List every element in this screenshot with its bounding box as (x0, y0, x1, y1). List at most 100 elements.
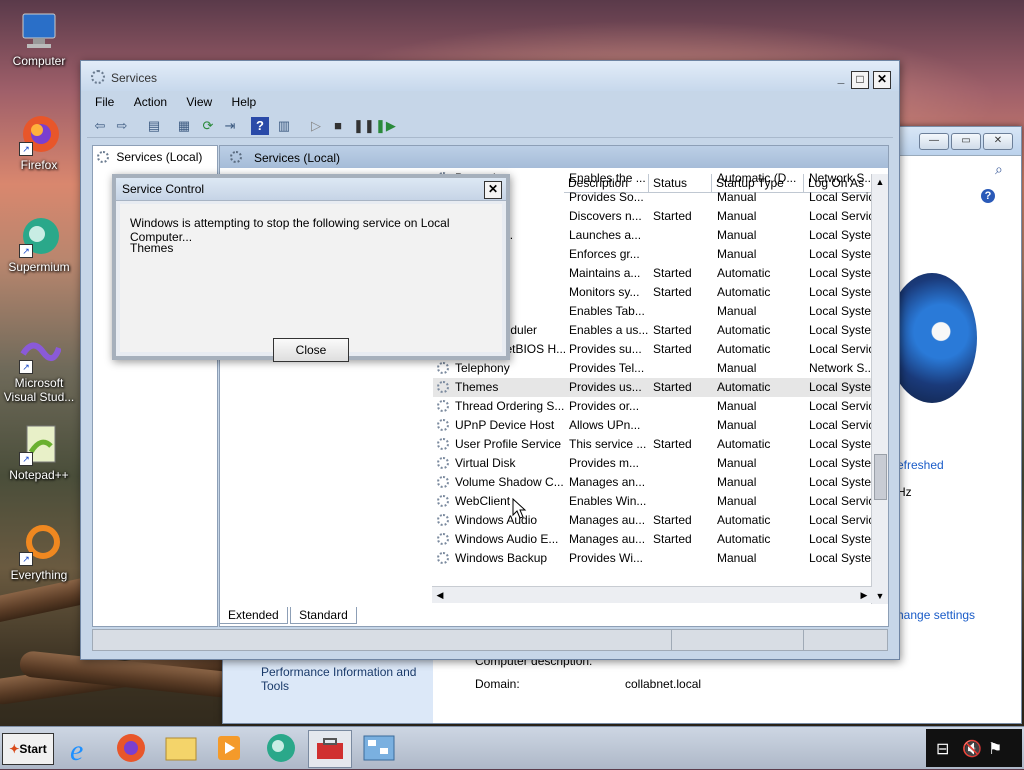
maximize-button[interactable]: □ (851, 71, 869, 89)
cell-logon: Local Syste. (809, 323, 871, 337)
horizontal-scrollbar[interactable]: ◀ ▶ (432, 586, 872, 603)
start-button[interactable]: ✦Start (2, 733, 54, 765)
desktop-icon-everything[interactable]: ↗ Everything (0, 522, 78, 582)
services-titlebar[interactable]: Services (81, 61, 899, 91)
cell-startup: Automatic (717, 285, 771, 299)
search-icon[interactable]: ⌕ (995, 161, 1003, 178)
service-control-dialog[interactable]: Service Control ✕ Windows is attempting … (112, 174, 510, 362)
tree-item-services-local[interactable]: Services (Local) (97, 150, 202, 164)
scroll-thumb[interactable] (874, 454, 887, 500)
taskbar-services-active[interactable] (308, 730, 352, 768)
service-gear-icon (437, 457, 449, 469)
cell-startup: Automatic (717, 342, 771, 356)
export-list-icon[interactable]: ⇥ (221, 117, 239, 135)
menu-file[interactable]: File (87, 93, 122, 111)
cell-name: Thread Ordering S... (455, 399, 565, 413)
restart-service-icon[interactable]: ❚▶ (375, 117, 396, 135)
cell-name: Windows Audio (455, 513, 538, 527)
windows-flag-icon: ✦ (9, 742, 20, 756)
tab-extended[interactable]: Extended (219, 607, 288, 624)
volume-muted-icon[interactable]: 🔇 (962, 739, 982, 759)
maximize-button[interactable]: ▭ (951, 133, 981, 150)
desktop-icon-computer[interactable]: Computer (0, 8, 78, 68)
table-row[interactable]: Windows Audio E... Manages au... Started Au… (433, 530, 873, 549)
cell-description: Provides Tel... (569, 361, 645, 375)
scroll-left-icon[interactable]: ◀ (432, 587, 448, 603)
stop-service-icon[interactable]: ■ (329, 117, 347, 135)
cell-description: Enforces gr... (569, 247, 640, 261)
scroll-up-icon[interactable]: ▲ (872, 174, 888, 190)
table-row[interactable]: Themes Provides us... Started Automatic Loca… (433, 378, 873, 397)
close-button[interactable]: ✕ (983, 133, 1013, 150)
menu-action[interactable]: Action (126, 93, 175, 111)
pause-service-icon[interactable]: ❚❚ (353, 117, 375, 135)
forward-arrow-icon[interactable]: ⇨ (113, 117, 131, 135)
taskbar-media-player[interactable] (208, 730, 250, 766)
help-icon[interactable]: ? (981, 189, 995, 203)
cell-logon: Local Syste. (809, 266, 871, 280)
close-button[interactable]: ✕ (873, 71, 891, 89)
cell-name: UPnP Device Host (455, 418, 555, 432)
taskbar-explorer[interactable] (160, 730, 202, 766)
cell-startup: Manual (717, 304, 757, 318)
taskbar-internet-explorer[interactable]: e (62, 730, 104, 767)
table-row[interactable]: Windows Backup Provides Wi... Manual Local … (433, 549, 873, 568)
minimize-button[interactable]: — (919, 133, 949, 150)
cell-startup: Manual (717, 361, 757, 375)
cell-description: Enables a us... (569, 323, 649, 337)
menu-help[interactable]: Help (224, 93, 265, 111)
properties-icon[interactable]: ▦ (175, 117, 193, 135)
table-row[interactable]: Thread Ordering S... Provides or... Manual… (433, 397, 873, 416)
refreshed-link[interactable]: efreshed (897, 458, 944, 472)
table-row[interactable]: WebClient Enables Win... Manual Local Servi… (433, 492, 873, 511)
tab-standard[interactable]: Standard (290, 607, 357, 624)
services-window[interactable]: Services _ □ ✕ File Action View Help ⇦ ⇨… (80, 60, 900, 660)
cell-status: Started (653, 285, 692, 299)
desktop-icon-supermium[interactable]: ↗ Supermium (0, 214, 78, 274)
svg-text:e: e (70, 734, 83, 766)
cell-name: Themes (455, 380, 499, 394)
performance-info-link[interactable]: Performance Information and Tools (261, 665, 431, 693)
cell-startup: Manual (717, 399, 757, 413)
table-row[interactable]: Windows Audio Manages au... Started Automat… (433, 511, 873, 530)
scroll-down-icon[interactable]: ▼ (872, 588, 888, 604)
system-tray: ⊟ 🔇 ⚑ (926, 729, 1022, 767)
menu-view[interactable]: View (178, 93, 220, 111)
console-tree-icon[interactable]: ▥ (275, 117, 293, 135)
taskbar-firefox[interactable] (110, 730, 152, 766)
table-row[interactable]: Telephony Provides Tel... Manual Network S.… (433, 359, 873, 378)
desktop-icon-visual-studio[interactable]: ↗ Microsoft Visual Stud... (0, 330, 78, 404)
vertical-scrollbar[interactable]: ▲ ▼ (871, 174, 888, 604)
firefox-icon (117, 734, 145, 762)
back-arrow-icon[interactable]: ⇦ (91, 117, 109, 135)
start-service-icon[interactable]: ▷ (307, 117, 325, 135)
windows-logo (887, 273, 977, 403)
view-tabs: Extended Standard (219, 607, 357, 625)
desktop-icon-firefox[interactable]: ↗ Firefox (0, 112, 78, 172)
cell-logon: Network S... (809, 171, 871, 185)
taskbar-control-panel[interactable] (358, 730, 400, 766)
action-center-flag-icon[interactable]: ⚑ (988, 739, 1002, 759)
desktop-icon-notepadpp[interactable]: ↗ Notepad++ (0, 422, 78, 482)
supermium-icon (267, 734, 295, 762)
table-row[interactable]: Volume Shadow C... Manages an... Manual Loc… (433, 473, 873, 492)
refresh-icon[interactable]: ⟳ (199, 117, 217, 135)
minimize-button[interactable]: _ (833, 71, 849, 87)
table-row[interactable]: User Profile Service This service ... Star… (433, 435, 873, 454)
shortcut-arrow-icon: ↗ (19, 360, 33, 374)
cell-startup: Manual (717, 190, 757, 204)
show-hide-tree-icon[interactable]: ▤ (145, 117, 163, 135)
change-settings-link[interactable]: hange settings (897, 608, 975, 622)
dialog-close-button[interactable]: Close (273, 338, 349, 362)
scroll-right-icon[interactable]: ▶ (856, 587, 872, 603)
menu-bar: File Action View Help (87, 93, 893, 113)
service-gear-icon (437, 400, 449, 412)
table-row[interactable]: UPnP Device Host Allows UPn... Manual Local… (433, 416, 873, 435)
taskbar-supermium[interactable] (260, 730, 302, 766)
help-icon[interactable]: ? (251, 117, 269, 135)
dialog-close-icon[interactable]: ✕ (484, 181, 502, 199)
network-icon[interactable]: ⊟ (936, 739, 949, 759)
table-row[interactable]: Virtual Disk Provides m... Manual Local Sys… (433, 454, 873, 473)
service-gear-icon (437, 362, 449, 374)
status-bar-divider (671, 630, 672, 650)
